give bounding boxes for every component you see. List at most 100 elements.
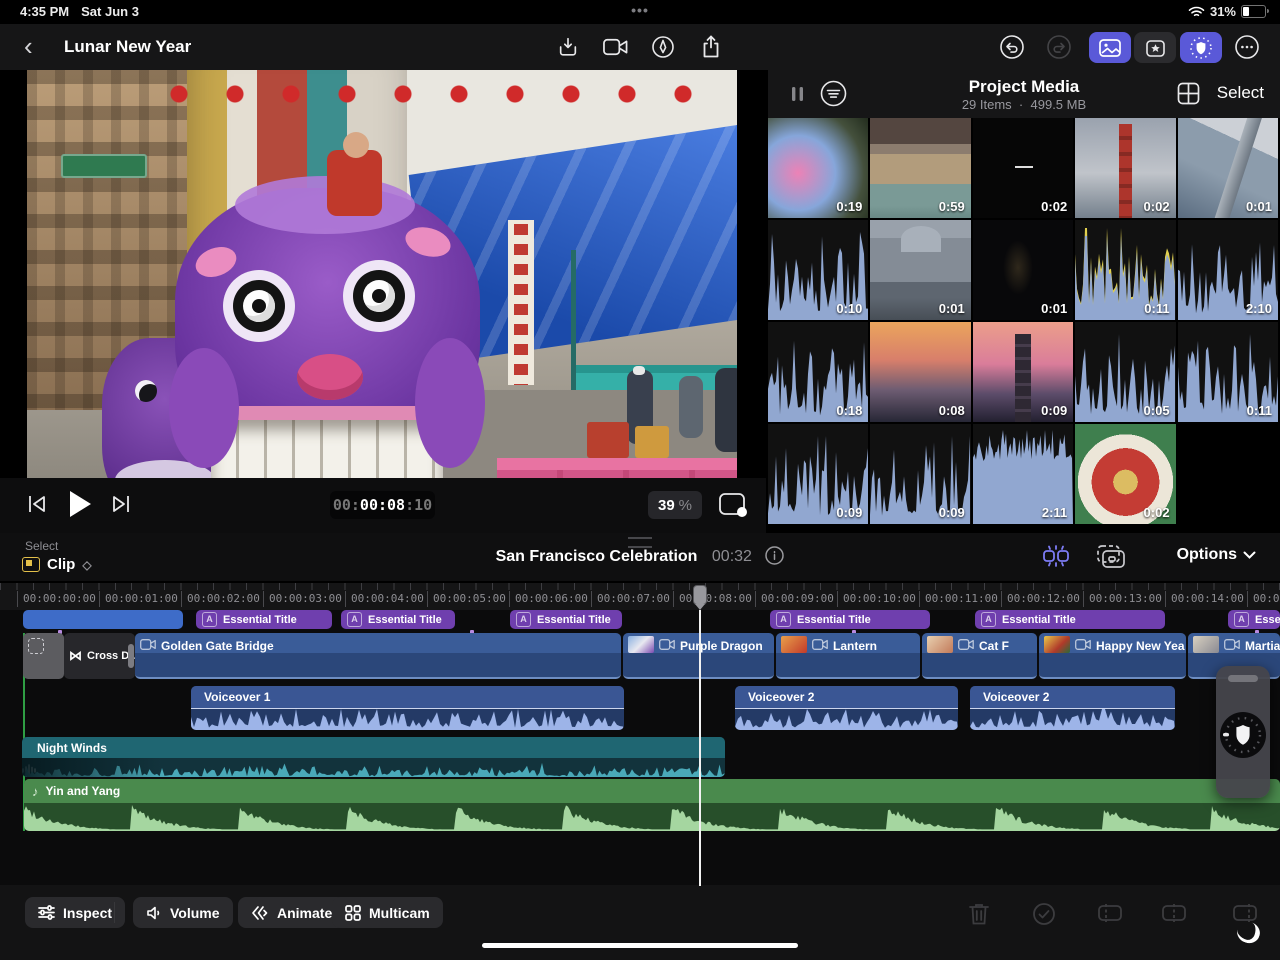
skip-back-button[interactable]	[28, 494, 46, 514]
music-note-icon: ♪	[32, 784, 39, 799]
camera-icon[interactable]	[600, 32, 630, 62]
chevron-down-icon	[1243, 551, 1256, 559]
playhead-handle[interactable]	[693, 585, 707, 605]
jog-wheel-handle[interactable]	[1228, 675, 1258, 682]
media-item[interactable]: 0:09	[973, 322, 1073, 422]
media-item[interactable]: 0:01	[1178, 118, 1278, 218]
media-item[interactable]: 0:05	[1075, 322, 1175, 422]
video-clip[interactable]: Cat F	[922, 633, 1037, 679]
multitask-dots[interactable]: •••	[0, 2, 1280, 18]
title-clip[interactable]: AEssential Title	[1228, 610, 1280, 629]
select-button[interactable]: Select	[1217, 83, 1264, 103]
title-clip[interactable]: AEssential Title	[975, 610, 1165, 629]
video-clip[interactable]: Happy New Yea	[1039, 633, 1186, 679]
approve-icon[interactable]	[1032, 902, 1056, 926]
preview-street-sign	[61, 154, 147, 178]
media-item[interactable]: 0:19	[768, 118, 868, 218]
play-button[interactable]	[68, 490, 92, 518]
undo-icon[interactable]	[997, 32, 1027, 62]
toolbar-divider	[114, 902, 115, 923]
bottom-toolbar: Inspect Volume Animate Multicam	[0, 885, 1280, 960]
viewer-preview[interactable]	[27, 70, 737, 478]
title-clip[interactable]: AEssential Title	[196, 610, 332, 629]
wifi-icon	[1188, 6, 1205, 18]
trim-middle-icon[interactable]	[1161, 902, 1187, 924]
import-icon[interactable]	[553, 32, 583, 62]
media-item[interactable]: 0:09	[768, 424, 868, 524]
back-button[interactable]: ‹	[24, 33, 33, 59]
media-grid: 0:190:590:020:020:010:100:010:010:112:10…	[768, 118, 1280, 530]
redo-icon[interactable]	[1044, 32, 1074, 62]
clip-overlay-icon[interactable]	[1096, 544, 1126, 569]
video-clip[interactable]: Lantern	[776, 633, 920, 679]
media-item[interactable]: 0:02	[973, 118, 1073, 218]
media-item[interactable]: 2:11	[973, 424, 1073, 524]
preview-lion-nose	[297, 354, 363, 400]
home-indicator[interactable]	[482, 943, 798, 948]
title-clip[interactable]: AEssential Title	[510, 610, 622, 629]
preview-rider-head	[343, 132, 369, 158]
magnetic-timeline-icon[interactable]	[1040, 544, 1072, 568]
media-item[interactable]: 0:18	[768, 322, 868, 422]
timecode-display[interactable]: 00:00:08:10	[330, 491, 435, 519]
media-item[interactable]: 0:08	[870, 322, 970, 422]
jog-wheel[interactable]	[1216, 666, 1270, 798]
music-clip-yin-and-yang[interactable]: ♪Yin and Yang	[24, 779, 1280, 831]
viewer-zoom-control[interactable]: 39 %	[648, 491, 702, 519]
gap-clip[interactable]	[23, 633, 64, 679]
animate-button[interactable]: Animate	[238, 897, 345, 928]
final-cut-ipad-app: 4:35 PM Sat Jun 3 ••• 31% ‹ Lunar New Ye…	[0, 0, 1280, 960]
media-item[interactable]: 0:02	[1075, 424, 1175, 524]
video-clip-label: Golden Gate Bridge	[161, 639, 274, 653]
music-clip-night-winds[interactable]: Night Winds	[22, 737, 725, 777]
transition-handle[interactable]	[128, 644, 134, 668]
skip-forward-button[interactable]	[112, 494, 130, 514]
media-item[interactable]: 0:10	[768, 220, 868, 320]
media-duration: 2:11	[1042, 505, 1067, 520]
multicam-button[interactable]: Multicam	[332, 897, 443, 928]
clip-thumbnail	[628, 636, 654, 653]
voiceover-clip[interactable]: Voiceover 2	[970, 686, 1175, 730]
inspect-icon	[38, 905, 55, 920]
media-duration: 0:02	[1144, 505, 1170, 520]
media-item[interactable]: 0:59	[870, 118, 970, 218]
timeline-ruler[interactable]: 00:00:00:0000:00:01:0000:00:02:0000:00:0…	[0, 583, 1280, 610]
volume-button[interactable]: Volume	[133, 897, 233, 928]
title-clip[interactable]: AEssential Title	[770, 610, 930, 629]
video-clip[interactable]: Golden Gate Bridge	[135, 633, 621, 679]
options-button[interactable]: Options	[1177, 546, 1256, 564]
info-icon[interactable]	[765, 546, 784, 565]
transition-clip[interactable]: ⋈Cross Di...	[64, 633, 135, 679]
media-item[interactable]: 0:01	[870, 220, 970, 320]
media-item[interactable]: 0:02	[1075, 118, 1175, 218]
titles-effects-button[interactable]	[1134, 32, 1176, 63]
timecode-main: 00:08	[360, 496, 405, 514]
trim-left-icon[interactable]	[1097, 902, 1123, 924]
viewer-display-options-icon[interactable]	[718, 492, 748, 518]
share-icon[interactable]	[696, 32, 726, 62]
media-item[interactable]: 0:11	[1178, 322, 1278, 422]
media-browser-button[interactable]	[1089, 32, 1131, 63]
playhead-line[interactable]	[699, 610, 701, 886]
ruler-label: 00:00:00:00	[17, 591, 96, 607]
video-clip-label: Martial	[1245, 639, 1280, 653]
media-item[interactable]: 0:09	[870, 424, 970, 524]
apple-pencil-icon[interactable]	[648, 32, 678, 62]
battery-percent: 31%	[1210, 4, 1236, 19]
jog-wheel-dial[interactable]	[1220, 712, 1266, 758]
delete-icon[interactable]	[968, 902, 990, 926]
grid-view-icon[interactable]	[1177, 82, 1200, 105]
jog-dial-button[interactable]	[1180, 32, 1222, 63]
media-item[interactable]: 0:11	[1075, 220, 1175, 320]
ruler-label: 00:00:10:00	[837, 591, 916, 607]
voiceover-clip[interactable]: Voiceover 2	[735, 686, 958, 730]
trim-right-icon[interactable]	[1232, 902, 1258, 924]
voiceover-clip[interactable]: Voiceover 1	[191, 686, 624, 730]
media-item[interactable]: 2:10	[1178, 220, 1278, 320]
title-clip[interactable]: AEssential Title	[341, 610, 455, 629]
inspect-button[interactable]: Inspect	[25, 897, 125, 928]
media-item[interactable]: 0:01	[973, 220, 1073, 320]
more-icon[interactable]	[1232, 32, 1262, 62]
title-clip-selected[interactable]	[23, 610, 183, 629]
title-a-icon: A	[981, 612, 996, 627]
